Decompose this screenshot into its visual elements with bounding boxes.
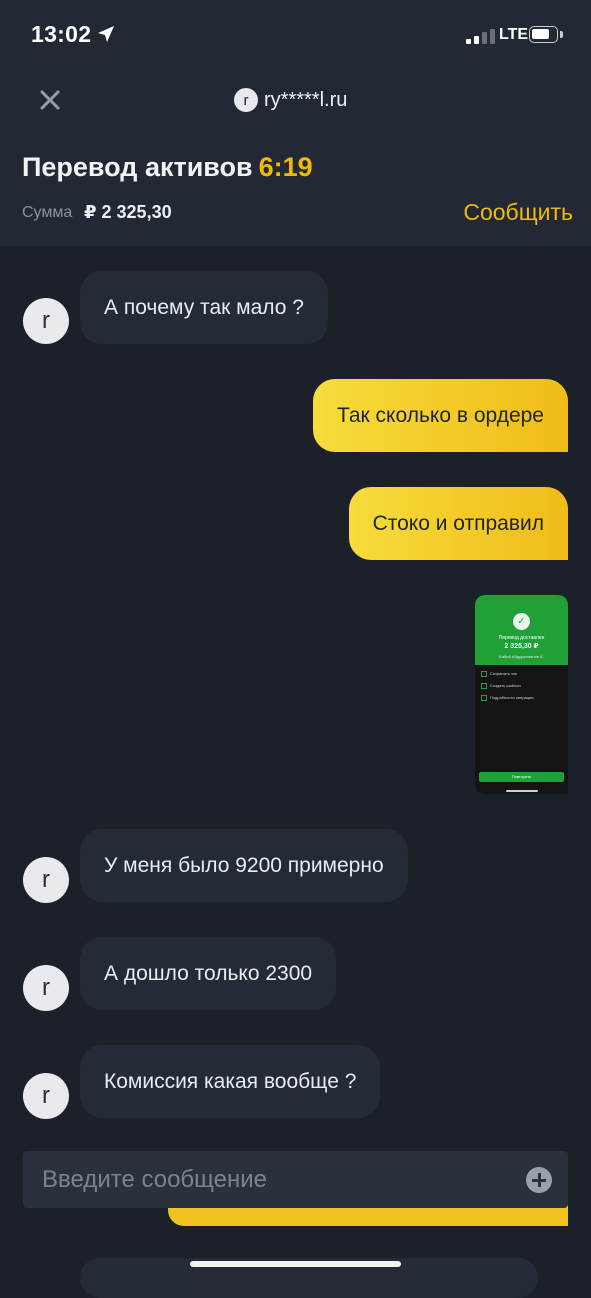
message-composer <box>23 1151 568 1208</box>
close-icon[interactable] <box>36 86 64 114</box>
signal-strength-icon <box>466 29 495 44</box>
message-incoming: А почему так мало ? <box>80 271 328 344</box>
page-title: Перевод активов 6:19 <box>22 152 313 183</box>
thumbnail-button: Повторить <box>479 772 564 782</box>
status-time: 13:02 <box>31 21 92 47</box>
chat-messages[interactable]: А почему так мало ? r Так сколько в орде… <box>0 246 591 1280</box>
thumbnail-row: Подробности операции <box>481 695 534 701</box>
battery-icon <box>529 26 558 43</box>
network-type: LTE <box>499 26 529 43</box>
image-attachment[interactable]: ✓ Перевод доставлен 2 325,30 ₽ Бабий Абд… <box>475 595 568 794</box>
sum-value: ₽ 2 325,30 <box>84 202 172 222</box>
message-outgoing: Стоко и отправил <box>348 487 568 560</box>
report-button[interactable]: Сообщить <box>463 199 573 226</box>
info-icon <box>481 695 487 701</box>
thumbnail-recipient: Бабий Абдурахманов А. <box>499 654 544 659</box>
thumbnail-row: Создать шаблон <box>481 683 521 689</box>
thumbnail-row-label: Подробности операции <box>490 695 534 701</box>
message-input[interactable] <box>23 1151 513 1208</box>
sender-avatar: r <box>23 298 69 344</box>
thumbnail-title: Перевод доставлен <box>498 635 545 641</box>
sender-avatar: r <box>23 965 69 1011</box>
thumbnail-row: Сохранить чек <box>481 671 517 677</box>
contact-name: ry*****l.ru <box>264 88 348 111</box>
message-incoming: Комиссия какая вообще ? <box>80 1045 381 1118</box>
sender-avatar: r <box>23 1073 69 1119</box>
battery-tip <box>560 31 563 38</box>
sum-label: Сумма <box>22 204 73 221</box>
add-attachment-icon[interactable] <box>526 1167 552 1193</box>
thumbnail-home-bar <box>506 790 538 792</box>
thumbnail-row-label: Сохранить чек <box>490 671 518 677</box>
check-icon: ✓ <box>513 613 530 630</box>
message-incoming: А дошло только 2300 <box>80 937 337 1010</box>
countdown-timer: 6:19 <box>258 152 313 182</box>
template-icon <box>481 683 487 689</box>
message-outgoing: Так сколько в ордере <box>312 379 568 452</box>
thumbnail-amount: 2 325,30 ₽ <box>504 643 539 650</box>
title-text: Перевод активов <box>22 152 253 182</box>
contact-avatar: r <box>234 88 258 112</box>
chat-header: 13:02 LTE r ry*****l.ru Перевод активов 6… <box>0 0 591 246</box>
message-incoming: У меня было 9200 примерно <box>80 829 408 902</box>
contact-info: r ry*****l.ru <box>234 87 347 113</box>
thumbnail-row-label: Создать шаблон <box>490 683 521 689</box>
sender-avatar: r <box>23 857 69 903</box>
status-bar: 13:02 LTE <box>0 0 591 70</box>
receipt-icon <box>481 671 487 677</box>
home-indicator[interactable] <box>190 1261 401 1267</box>
location-arrow-icon <box>98 26 114 42</box>
